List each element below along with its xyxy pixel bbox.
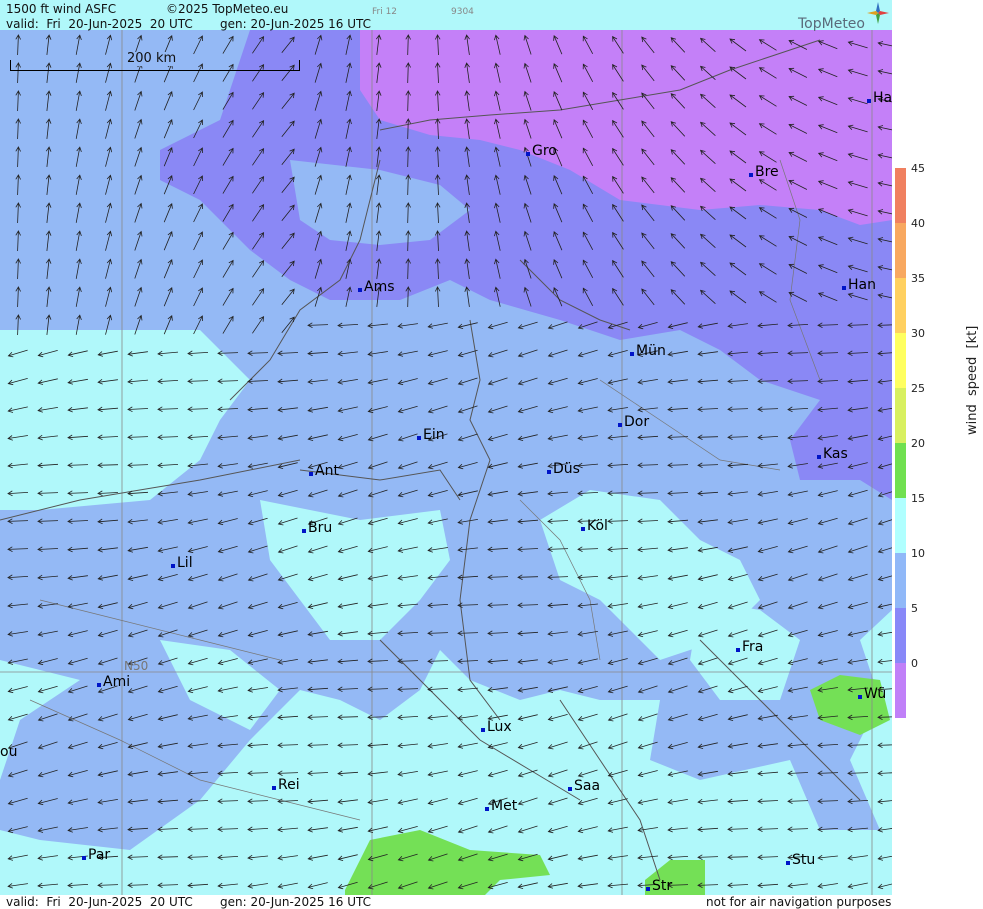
copyright: ©2025 TopMeteo.eu — [166, 2, 289, 16]
city-label: Bre — [749, 164, 779, 180]
city-label: Ha — [867, 90, 892, 106]
color-scale-tick: 0 — [911, 657, 918, 670]
wind-map — [0, 0, 892, 909]
color-scale-tick: 45 — [911, 162, 925, 175]
scale-bar-label: 200 km — [127, 51, 177, 66]
city-label: Lux — [481, 719, 512, 735]
color-scale-segment — [895, 333, 906, 388]
color-scale-segment — [895, 663, 906, 718]
city-label: Lil — [171, 555, 193, 571]
compass-star-icon — [867, 2, 889, 24]
footer-gen-time: gen: 20-Jun-2025 16 UTC — [220, 895, 372, 909]
gen-time: gen: 20-Jun-2025 16 UTC — [220, 17, 372, 31]
city-label: Rei — [272, 777, 300, 793]
color-scale-segment — [895, 443, 906, 498]
color-scale-title: wind speed [kt] — [965, 325, 980, 435]
color-scale-tick: 15 — [911, 492, 925, 505]
city-label: Gro — [526, 143, 557, 159]
city-label: Ant — [309, 463, 339, 479]
city-label: Fra — [736, 639, 763, 655]
color-scale-tick: 20 — [911, 437, 925, 450]
color-scale-segment — [895, 388, 906, 443]
color-scale-segment — [895, 223, 906, 278]
city-label: Str — [646, 878, 672, 894]
color-scale-tick: 25 — [911, 382, 925, 395]
city-label: Ami — [97, 674, 130, 690]
logo-text: TopMeteo — [798, 16, 865, 32]
city-label: Köl — [581, 518, 608, 534]
city-label: Stu — [786, 852, 815, 868]
color-scale-segment — [895, 553, 906, 608]
city-label: Bru — [302, 520, 332, 536]
latitude-label: N50 — [124, 659, 149, 673]
city-label: ou — [0, 744, 18, 760]
product-title: 1500 ft wind ASFC — [6, 2, 117, 16]
color-scale-bar — [895, 168, 906, 718]
city-label: Par — [82, 847, 110, 863]
color-scale-segment — [895, 278, 906, 333]
city-label: Met — [485, 798, 517, 814]
city-label: Ams — [358, 279, 395, 295]
city-label: Han — [842, 277, 876, 293]
color-scale-tick: 10 — [911, 547, 925, 560]
city-label: Mün — [630, 343, 666, 359]
color-scale-segment — [895, 168, 906, 223]
city-label: Kas — [817, 446, 848, 462]
topmeteo-logo: TopMeteo — [798, 16, 865, 32]
color-scale-segment — [895, 498, 906, 553]
city-label: Wü — [858, 686, 886, 702]
color-scale-segment — [895, 608, 906, 663]
footer-valid-time: valid: Fri 20-Jun-2025 20 UTC — [6, 895, 193, 909]
valid-time: valid: Fri 20-Jun-2025 20 UTC — [6, 17, 193, 31]
color-scale-tick: 35 — [911, 272, 925, 285]
city-label: Ein — [417, 427, 445, 443]
disclaimer: not for air navigation purposes — [706, 895, 892, 909]
color-scale-tick: 5 — [911, 602, 918, 615]
day-code: Fri 12 — [372, 7, 398, 17]
color-scale-tick: 40 — [911, 217, 925, 230]
chart-code: 9304 — [451, 7, 474, 17]
color-scale-tick: 30 — [911, 327, 925, 340]
city-label: Dor — [618, 414, 649, 430]
city-label: Düs — [547, 461, 580, 477]
city-label: Saa — [568, 778, 600, 794]
